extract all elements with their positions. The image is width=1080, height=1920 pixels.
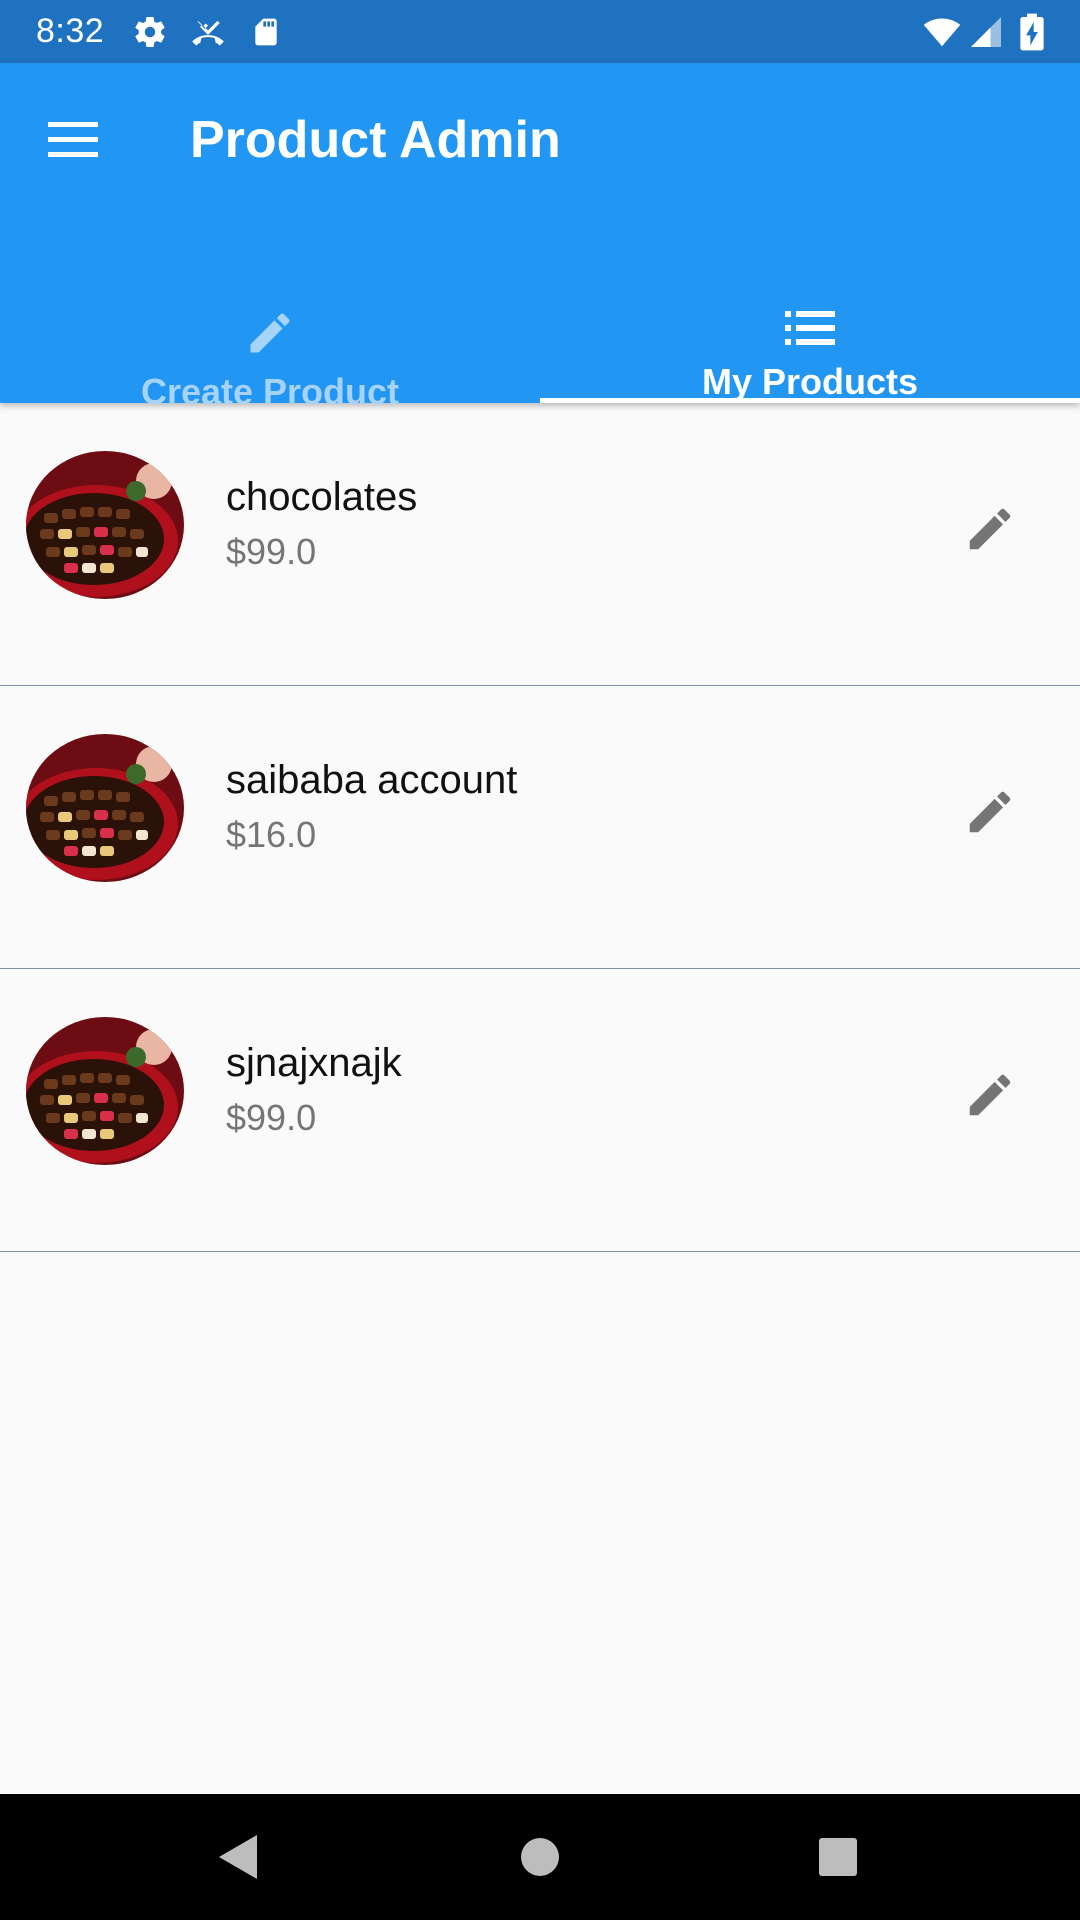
- back-icon: [217, 1833, 261, 1886]
- page-title: Product Admin: [190, 111, 561, 169]
- list-item[interactable]: chocolates $99.0: [0, 403, 1080, 686]
- sd-card-icon: [246, 12, 286, 52]
- pencil-icon: [963, 785, 1017, 844]
- battery-charging-icon: [1012, 12, 1052, 52]
- tab-my-products[interactable]: My Products: [540, 233, 1080, 403]
- recents-icon: [818, 1837, 858, 1882]
- status-time: 8:32: [36, 12, 105, 50]
- pencil-icon: [963, 1068, 1017, 1127]
- list-icon: [785, 307, 835, 349]
- product-list: chocolates $99.0 saibaba account $16.0 s…: [0, 403, 1080, 1252]
- app-bar: Product Admin Create Product My Products: [0, 63, 1080, 412]
- pencil-icon: [244, 307, 296, 359]
- edit-product-button[interactable]: [954, 1061, 1026, 1133]
- list-item[interactable]: saibaba account $16.0: [0, 686, 1080, 969]
- gear-icon: [130, 12, 170, 52]
- call-missed-icon: [188, 12, 228, 52]
- signal-icon: [966, 12, 1006, 52]
- chocolate-box-image: [26, 1017, 184, 1165]
- chocolate-box-image: [26, 451, 184, 599]
- tab-label: My Products: [701, 361, 919, 402]
- wifi-icon: [922, 12, 962, 52]
- menu-button[interactable]: [36, 105, 110, 179]
- edit-product-button[interactable]: [954, 778, 1026, 850]
- list-item[interactable]: sjnajxnajk $99.0: [0, 969, 1080, 1252]
- menu-icon: [48, 121, 98, 163]
- back-button[interactable]: [204, 1824, 274, 1894]
- navigation-bar: [0, 1794, 1080, 1920]
- product-title: chocolates: [226, 475, 418, 519]
- product-title: sjnajxnajk: [226, 1041, 402, 1085]
- home-icon: [520, 1837, 560, 1882]
- product-price: $99.0: [226, 1097, 317, 1138]
- product-price: $99.0: [226, 531, 317, 572]
- status-bar: 8:32: [0, 0, 1080, 63]
- edit-product-button[interactable]: [954, 495, 1026, 567]
- recents-button[interactable]: [803, 1824, 873, 1894]
- product-price: $16.0: [226, 814, 317, 855]
- tab-create-product[interactable]: Create Product: [0, 233, 540, 412]
- chocolate-box-image: [26, 734, 184, 882]
- home-button[interactable]: [505, 1824, 575, 1894]
- pencil-icon: [963, 502, 1017, 561]
- product-title: saibaba account: [226, 758, 518, 802]
